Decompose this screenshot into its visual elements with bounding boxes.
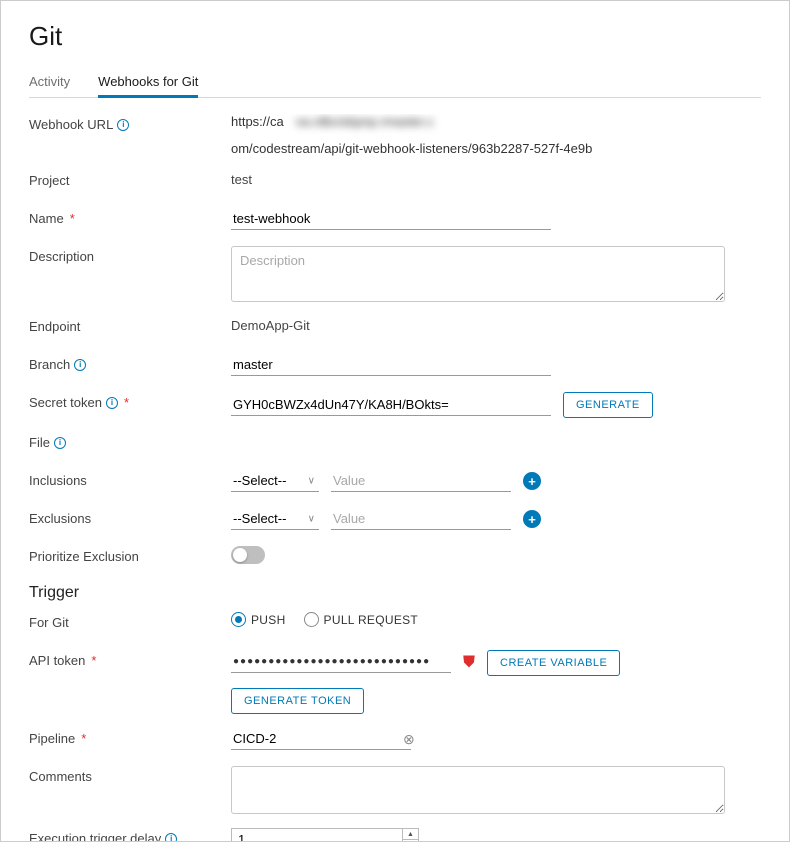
tab-webhooks[interactable]: Webhooks for Git (98, 66, 198, 97)
info-icon[interactable]: i (165, 833, 177, 842)
info-icon[interactable]: i (117, 119, 129, 131)
inclusions-value-input[interactable] (331, 470, 511, 492)
exclusions-value-input[interactable] (331, 508, 511, 530)
radio-dot-icon (231, 612, 246, 627)
shield-error-icon[interactable]: ⛊ (463, 654, 475, 672)
create-variable-button[interactable]: CREATE VARIABLE (487, 650, 620, 676)
radio-push[interactable]: PUSH (231, 612, 286, 627)
label-webhook-url: Webhook URL i (29, 114, 231, 132)
add-exclusion-button[interactable]: + (523, 510, 541, 528)
page-title: Git (29, 21, 761, 52)
label-project: Project (29, 170, 231, 188)
label-name: Name* (29, 208, 231, 226)
clear-pipeline-icon[interactable]: ⊗ (403, 731, 415, 748)
label-for-git: For Git (29, 612, 231, 630)
label-branch: Branch i (29, 354, 231, 372)
generate-button[interactable]: GENERATE (563, 392, 653, 418)
label-secret-token: Secret token i * (29, 392, 231, 410)
label-file: File i (29, 432, 231, 450)
radio-pull-request[interactable]: PULL REQUEST (304, 612, 419, 627)
label-endpoint: Endpoint (29, 316, 231, 334)
label-exec-delay: Execution trigger delay i (29, 828, 231, 842)
project-value: test (231, 170, 761, 187)
stepper-up-icon[interactable]: ▲ (403, 829, 418, 840)
branch-input[interactable] (231, 354, 551, 376)
radio-dot-icon (304, 612, 319, 627)
comments-textarea[interactable] (231, 766, 725, 814)
exec-delay-input[interactable] (231, 828, 419, 842)
info-icon[interactable]: i (74, 359, 86, 371)
inclusions-select[interactable]: --Select-- (231, 470, 319, 492)
secret-token-input[interactable] (231, 394, 551, 416)
label-pipeline: Pipeline* (29, 728, 231, 746)
endpoint-value: DemoApp-Git (231, 316, 761, 333)
api-token-input[interactable]: ●●●●●●●●●●●●●●●●●●●●●●●●●●●● (231, 653, 451, 673)
add-inclusion-button[interactable]: + (523, 472, 541, 490)
generate-token-button[interactable]: GENERATE TOKEN (231, 688, 364, 714)
tab-activity[interactable]: Activity (29, 66, 70, 97)
label-comments: Comments (29, 766, 231, 784)
info-icon[interactable]: i (54, 437, 66, 449)
exclusions-select[interactable]: --Select-- (231, 508, 319, 530)
label-api-token: API token* (29, 650, 231, 668)
description-textarea[interactable] (231, 246, 725, 302)
prioritize-exclusion-toggle[interactable] (231, 546, 265, 564)
info-icon[interactable]: i (106, 397, 118, 409)
label-exclusions: Exclusions (29, 508, 231, 526)
label-description: Description (29, 246, 231, 264)
label-inclusions: Inclusions (29, 470, 231, 488)
tab-bar: Activity Webhooks for Git (29, 66, 761, 98)
webhook-url-value: https://cava.rdbcisbpnp.rmaster.com/code… (231, 114, 761, 156)
trigger-section-header: Trigger (29, 584, 761, 602)
pipeline-input[interactable] (231, 728, 411, 750)
label-prioritize-exclusion: Prioritize Exclusion (29, 546, 231, 564)
name-input[interactable] (231, 208, 551, 230)
